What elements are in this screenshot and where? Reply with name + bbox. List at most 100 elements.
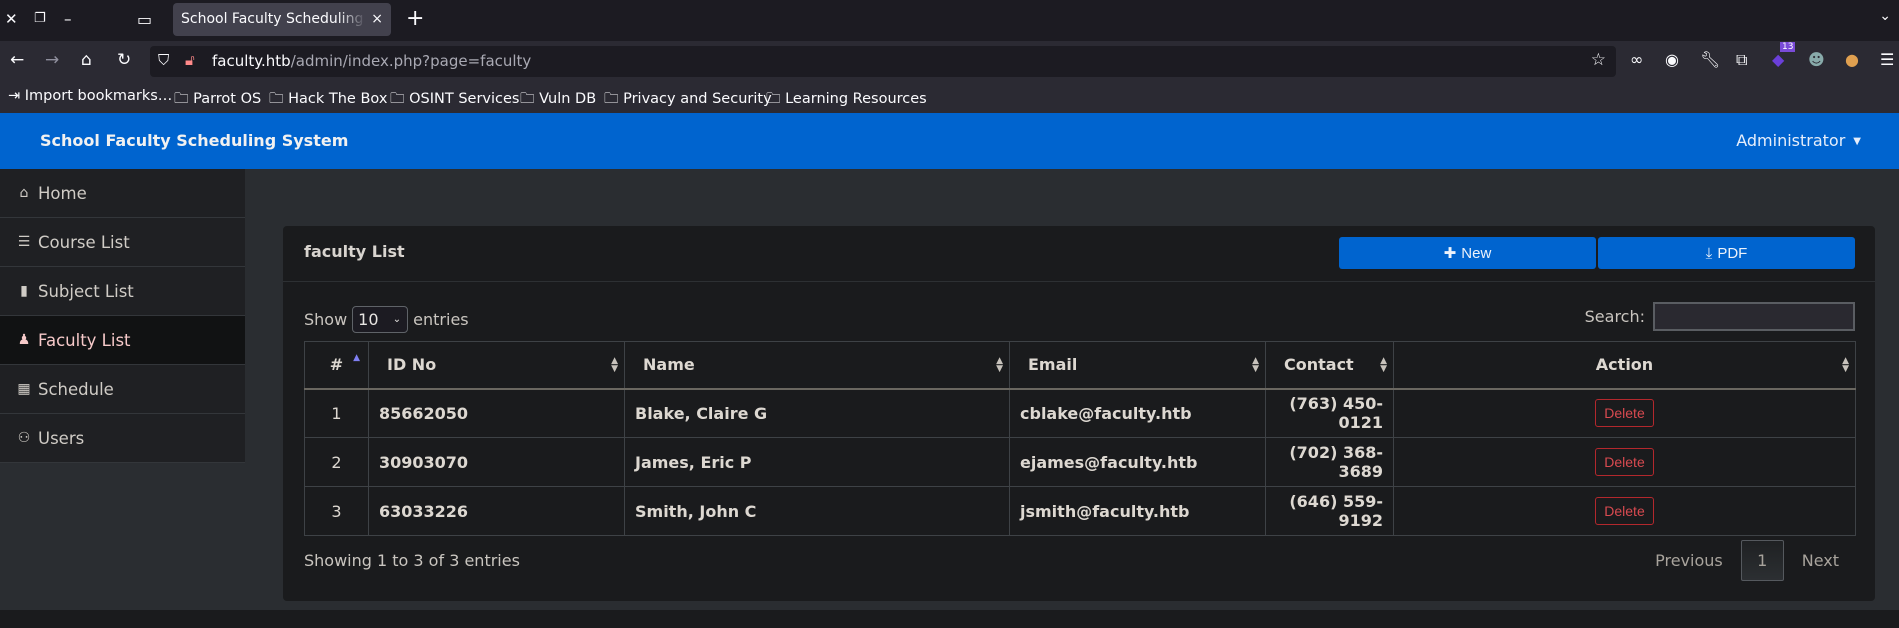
home-icon[interactable]: ⌂ xyxy=(81,50,92,70)
folder-icon: 🗀︎ xyxy=(766,91,781,107)
column-header-contact[interactable]: Contact ▲ ▼ xyxy=(1265,341,1394,390)
cell-name: James, Eric P xyxy=(624,437,1010,487)
page-button-current[interactable]: 1 xyxy=(1740,540,1784,581)
previous-page-button[interactable]: Previous xyxy=(1637,541,1741,580)
sidebar: ⌂ Home ☰ Course List ▮ Subject List ♟ Facult… xyxy=(0,169,245,463)
table-row: 1 85662050 Blake, Claire G cblake@facult… xyxy=(304,388,1856,438)
sidebar-item-schedule[interactable]: ▦ Schedule xyxy=(0,365,245,414)
export-pdf-button[interactable]: ⤓ PDF xyxy=(1598,237,1855,269)
sort-icon: ▲ ▼ xyxy=(996,356,1003,374)
browser-tab-active[interactable]: School Faculty Scheduling System × xyxy=(173,3,391,36)
bookmark-label: Hack The Box xyxy=(288,91,388,107)
minimize-window-icon[interactable]: – xyxy=(64,10,72,28)
column-header-action[interactable]: Action ▲ ▼ xyxy=(1393,341,1856,390)
bookmark-folder[interactable]: 🗀︎ OSINT Services xyxy=(390,88,519,113)
reload-icon[interactable]: ↻ xyxy=(117,50,131,70)
plus-icon: ✚ xyxy=(1443,245,1457,262)
column-header-email[interactable]: Email ▲ ▼ xyxy=(1009,341,1266,390)
column-header-name[interactable]: Name ▲ ▼ xyxy=(624,341,1010,390)
sidebar-item-subject-list[interactable]: ▮ Subject List xyxy=(0,267,245,316)
tab-overview-icon[interactable]: ▭ xyxy=(137,10,152,29)
column-header-id-no[interactable]: ID No ▲ ▼ xyxy=(368,341,625,390)
new-faculty-button[interactable]: ✚ New xyxy=(1339,237,1596,269)
sidebar-item-home[interactable]: ⌂ Home xyxy=(0,169,245,218)
forward-icon[interactable]: → xyxy=(45,50,59,70)
back-icon[interactable]: ← xyxy=(10,50,24,70)
card-header: faculty List ✚ New ⤓ PDF xyxy=(283,226,1875,282)
folder-icon: 🗀︎ xyxy=(520,91,535,107)
bookmark-folder[interactable]: 🗀︎ Vuln DB xyxy=(520,88,596,113)
sort-icon: ▲ ▼ xyxy=(611,356,618,374)
blocker-extension-icon[interactable]: ● xyxy=(1845,50,1859,69)
sidebar-item-users[interactable]: ⚇ Users xyxy=(0,414,245,463)
sidebar-item-course-list[interactable]: ☰ Course List xyxy=(0,218,245,267)
app-menu-icon[interactable]: ☰ xyxy=(1880,50,1894,69)
bookmark-folder[interactable]: 🗀︎ Parrot OS xyxy=(174,88,261,113)
search-label: Search: xyxy=(1584,307,1645,326)
account-icon[interactable]: ◉ xyxy=(1665,50,1679,69)
page-length-control: Show 10 ⌄ entries xyxy=(304,306,469,333)
cell-number: 3 xyxy=(304,486,369,536)
cell-name: Smith, John C xyxy=(624,486,1010,536)
calendar-icon: ▦ xyxy=(17,380,31,397)
table-info: Showing 1 to 3 of 3 entries xyxy=(304,551,520,570)
close-window-icon[interactable]: ✕ xyxy=(5,10,18,28)
private-mask-icon[interactable]: ∞ xyxy=(1630,50,1643,69)
sidebar-item-label: Faculty List xyxy=(38,330,131,350)
bookmark-folder[interactable]: 🗀︎ Privacy and Security xyxy=(604,88,772,113)
cell-action: Delete xyxy=(1393,486,1856,536)
cell-id-no: 85662050 xyxy=(368,388,625,438)
user-menu-dropdown[interactable]: Administrator ▼ xyxy=(1736,131,1861,150)
new-tab-icon[interactable]: + xyxy=(406,6,424,31)
extensions-puzzle-icon[interactable]: ⧉ xyxy=(1736,50,1747,70)
bookmarks-bar: ⇥ Import bookmarks… 🗀︎ Parrot OS 🗀︎ Hack… xyxy=(0,82,1899,113)
column-label: Action xyxy=(1595,355,1654,375)
bookmark-label: Privacy and Security xyxy=(623,91,772,107)
bookmark-folder[interactable]: 🗀︎ Learning Resources xyxy=(766,88,927,113)
url-bar[interactable]: ⛉ 🔓︎ faculty.htb/admin/index.php?page=fa… xyxy=(150,46,1616,77)
bookmark-import[interactable]: ⇥ Import bookmarks… xyxy=(8,88,172,104)
url-path: /admin/index.php?page=faculty xyxy=(290,52,532,70)
show-label: Show xyxy=(304,310,348,329)
sidebar-item-faculty-list[interactable]: ♟ Faculty List xyxy=(0,316,245,365)
cell-action: Delete xyxy=(1393,388,1856,438)
home-icon: ⌂ xyxy=(19,184,29,201)
insecure-lock-icon[interactable]: 🔓︎ xyxy=(185,51,195,69)
browser-nav-bar: ← → ⌂ ↻ ⛉ 🔓︎ faculty.htb/admin/index.php… xyxy=(0,41,1899,82)
page-length-select[interactable]: 10 ⌄ xyxy=(352,306,409,333)
column-label: ID No xyxy=(387,355,437,375)
app-brand[interactable]: School Faculty Scheduling System xyxy=(40,131,348,150)
pdf-button-label: PDF xyxy=(1717,244,1748,262)
sidebar-item-label: Users xyxy=(38,428,85,448)
next-page-button[interactable]: Next xyxy=(1784,541,1857,580)
sort-icon: ▲ ▼ xyxy=(1842,356,1849,374)
layers-extension-icon[interactable]: ◆ 13 xyxy=(1772,42,1796,69)
delete-button[interactable]: Delete xyxy=(1595,497,1654,525)
bookmark-star-icon[interactable]: ☆ xyxy=(1591,50,1606,70)
cell-number: 1 xyxy=(304,388,369,438)
spy-extension-icon[interactable]: ☻ xyxy=(1808,50,1825,69)
list-all-tabs-icon[interactable]: ⌄ xyxy=(1879,8,1891,24)
cell-email: ejames@faculty.htb xyxy=(1009,437,1266,487)
sidebar-item-label: Course List xyxy=(38,232,130,252)
page-length-value: 10 xyxy=(358,310,379,329)
sidebar-item-label: Subject List xyxy=(38,281,134,301)
shield-icon[interactable]: ⛉ xyxy=(158,51,169,69)
wrench-icon[interactable]: 🔧︎ xyxy=(1700,50,1720,69)
column-header-number[interactable]: # ▲ xyxy=(304,341,369,390)
tab-close-icon[interactable]: × xyxy=(371,3,383,36)
restore-window-icon[interactable]: ❐ xyxy=(34,11,46,26)
bookmark-folder[interactable]: 🗀︎ Hack The Box xyxy=(269,88,387,113)
search-input[interactable] xyxy=(1653,302,1855,331)
page-footer-strip xyxy=(0,610,1899,628)
cell-action: Delete xyxy=(1393,437,1856,487)
delete-button[interactable]: Delete xyxy=(1595,448,1654,476)
sidebar-item-label: Home xyxy=(38,183,87,203)
user-tie-icon: ♟ xyxy=(17,331,31,348)
url-text[interactable]: faculty.htb/admin/index.php?page=faculty xyxy=(212,52,531,70)
pagination: Previous 1 Next xyxy=(1637,540,1857,581)
faculty-list-card: faculty List ✚ New ⤓ PDF Show 10 ⌄ entries … xyxy=(283,226,1875,601)
download-icon: ⤓ xyxy=(1705,244,1713,262)
delete-button[interactable]: Delete xyxy=(1595,399,1654,428)
faculty-table: # ▲ ID No ▲ ▼ Name ▲ ▼ Email ▲ ▼ Contact ▲ ▼ Acti… xyxy=(304,341,1856,536)
